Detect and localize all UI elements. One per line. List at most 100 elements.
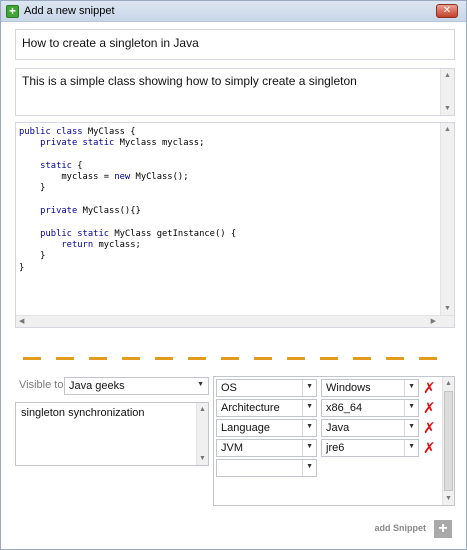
- scroll-down-icon[interactable]: ▼: [444, 304, 451, 313]
- dropdown-button[interactable]: ▼: [302, 380, 316, 396]
- code-line: }: [19, 251, 236, 262]
- metadata-row: JVM ▼ jre6 ▼ ✗: [216, 439, 436, 457]
- metadata-row: Architecture ▼ x86_64 ▼ ✗: [216, 399, 436, 417]
- metadata-row: Language ▼ Java ▼ ✗: [216, 419, 436, 437]
- code-keyword: private static: [19, 138, 120, 149]
- code-vertical-scrollbar[interactable]: ▲ ▼: [440, 123, 454, 315]
- dropdown-button[interactable]: ▼: [404, 420, 418, 436]
- code-token: myclass;: [98, 239, 141, 250]
- dropdown-button[interactable]: ▼: [302, 440, 316, 456]
- dropdown-button[interactable]: ▼: [404, 440, 418, 456]
- visibility-select[interactable]: Java geeks ▼: [64, 377, 209, 395]
- code-token: }: [19, 262, 25, 273]
- code-line: static {: [19, 161, 236, 172]
- scroll-thumb[interactable]: [444, 391, 453, 491]
- chevron-down-icon: ▼: [306, 443, 313, 450]
- code-token: MyClass getInstance() {: [114, 228, 237, 239]
- window-title: Add a new snippet: [24, 5, 115, 17]
- scroll-up-icon[interactable]: ▲: [199, 405, 206, 414]
- metadata-key-select[interactable]: OS ▼: [216, 379, 317, 397]
- chevron-down-icon: ▼: [197, 381, 204, 388]
- scroll-up-icon[interactable]: ▲: [445, 379, 452, 388]
- metadata-key-select[interactable]: Language ▼: [216, 419, 317, 437]
- snippet-description-input[interactable]: This is a simple class showing how to si…: [15, 68, 455, 116]
- metadata-scrollbar[interactable]: ▲ ▼: [442, 377, 454, 505]
- dropdown-button[interactable]: ▼: [404, 380, 418, 396]
- dropdown-button[interactable]: ▼: [302, 400, 316, 416]
- code-token: }: [19, 251, 46, 262]
- code-token: MyClass {: [87, 127, 136, 137]
- scroll-right-icon[interactable]: ▶: [431, 317, 436, 326]
- metadata-value-select[interactable]: jre6 ▼: [321, 439, 419, 457]
- scroll-left-icon[interactable]: ◀: [19, 317, 24, 326]
- remove-icon[interactable]: ✗: [423, 401, 436, 416]
- code-keyword: new: [114, 172, 136, 183]
- metadata-value-text: Windows: [326, 382, 371, 394]
- add-snippet-button[interactable]: add Snippet +: [362, 520, 452, 538]
- code-line: public static MyClass getInstance() {: [19, 229, 236, 240]
- remove-icon[interactable]: ✗: [423, 441, 436, 456]
- metadata-key-select[interactable]: ▼: [216, 459, 317, 477]
- scroll-down-icon[interactable]: ▼: [199, 454, 206, 463]
- tags-scrollbar[interactable]: ▲ ▼: [196, 403, 208, 465]
- metadata-key-value: Architecture: [221, 402, 280, 414]
- tags-value: singleton synchronization: [21, 407, 145, 419]
- dropdown-button[interactable]: ▼: [302, 420, 316, 436]
- dropdown-button[interactable]: ▼: [302, 460, 316, 476]
- metadata-value-text: Java: [326, 422, 350, 434]
- code-keyword: return: [19, 239, 99, 250]
- add-snippet-window: + Add a new snippet ✕ How to create a si…: [0, 0, 467, 550]
- metadata-key-value: JVM: [221, 442, 243, 454]
- code-line: myclass = new MyClass();: [19, 172, 236, 183]
- snippet-title-input[interactable]: How to create a singleton in Java: [15, 29, 455, 60]
- code-token: MyClass();: [135, 172, 189, 183]
- code-keyword: private: [19, 206, 83, 217]
- code-keyword: public class: [19, 127, 88, 137]
- remove-icon[interactable]: ✗: [423, 421, 436, 436]
- snippet-title-value: How to create a singleton in Java: [22, 36, 199, 50]
- code-line: private static Myclass myclass;: [19, 138, 236, 149]
- metadata-key-value: OS: [221, 382, 237, 394]
- code-token: MyClass(){}: [82, 206, 141, 217]
- metadata-value-select[interactable]: Windows ▼: [321, 379, 419, 397]
- chevron-down-icon: ▼: [408, 403, 415, 410]
- chevron-down-icon: ▼: [306, 403, 313, 410]
- chevron-down-icon: ▼: [306, 463, 313, 470]
- dropdown-button[interactable]: ▼: [404, 400, 418, 416]
- remove-icon[interactable]: ✗: [423, 381, 436, 396]
- code-line: public class MyClass {: [19, 127, 236, 138]
- metadata-value-text: jre6: [326, 442, 345, 454]
- code-keyword: public static: [19, 228, 115, 239]
- description-scrollbar[interactable]: ▲ ▼: [440, 69, 454, 115]
- tags-input[interactable]: singleton synchronization ▲ ▼: [15, 402, 209, 466]
- chevron-down-icon: ▼: [408, 383, 415, 390]
- chevron-down-icon: ▼: [408, 423, 415, 430]
- close-button[interactable]: ✕: [436, 4, 458, 18]
- code-line: }: [19, 183, 236, 194]
- plus-icon[interactable]: +: [434, 520, 452, 538]
- add-icon: +: [6, 5, 19, 18]
- code-keyword: static: [19, 160, 78, 171]
- code-editor[interactable]: public class MyClass { private static My…: [15, 122, 455, 328]
- metadata-value-text: x86_64: [326, 402, 363, 414]
- metadata-row-new: ▼: [216, 459, 436, 477]
- code-line: }: [19, 263, 236, 274]
- chevron-down-icon: ▼: [306, 383, 313, 390]
- visibility-value: Java geeks: [69, 380, 125, 392]
- code-horizontal-scrollbar[interactable]: ◀ ▶: [16, 315, 454, 327]
- metadata-key-select[interactable]: Architecture ▼: [216, 399, 317, 417]
- metadata-panel: OS ▼ Windows ▼ ✗ Architecture ▼ x86_64 ▼…: [213, 376, 455, 506]
- scroll-up-icon[interactable]: ▲: [444, 125, 451, 134]
- add-snippet-label: add Snippet: [374, 523, 427, 533]
- metadata-value-select[interactable]: x86_64 ▼: [321, 399, 419, 417]
- metadata-key-select[interactable]: JVM ▼: [216, 439, 317, 457]
- metadata-value-select[interactable]: Java ▼: [321, 419, 419, 437]
- code-lines: public class MyClass { private static My…: [19, 127, 236, 274]
- code-token: {: [77, 160, 83, 171]
- scroll-up-icon[interactable]: ▲: [444, 71, 451, 80]
- scroll-down-icon[interactable]: ▼: [445, 494, 452, 503]
- scroll-down-icon[interactable]: ▼: [444, 104, 451, 113]
- code-token: Myclass myclass;: [119, 138, 205, 149]
